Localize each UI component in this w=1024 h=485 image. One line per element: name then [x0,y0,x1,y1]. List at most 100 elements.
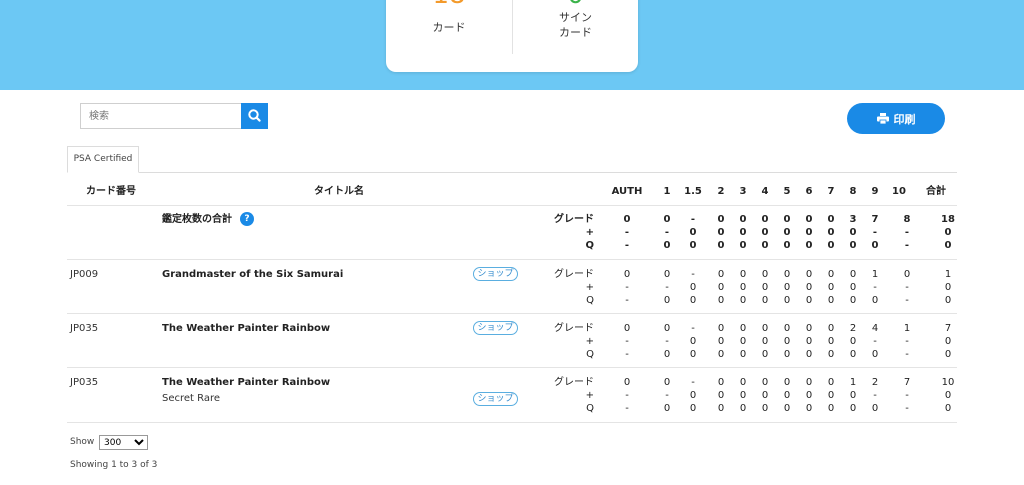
column-header-title[interactable]: タイトル名 [314,186,364,198]
card-grade-value: 0 [623,323,631,334]
totals-value: 0 [849,227,857,238]
card-title[interactable]: The Weather Painter Rainbow [162,376,330,389]
card-grade-value: 0 [761,403,769,414]
column-header-grade[interactable]: 5 [777,186,797,198]
card-grade-value: 0 [717,377,725,388]
card-grade-value: 2 [849,323,857,334]
card-grade-value: 0 [783,269,791,280]
search-button[interactable] [241,103,268,129]
column-header-grade[interactable]: 1 [657,186,677,198]
card-grade-value: 0 [871,349,879,360]
card-grade-value: - [625,295,629,306]
card-grade-value: - [625,282,629,293]
card-grade-value: 0 [717,336,725,347]
tab-psa-certified[interactable]: PSA Certified [67,146,139,173]
card-grade-value: 0 [944,295,952,306]
card-grade-value: 0 [783,390,791,401]
shop-button[interactable]: ショップ [473,392,518,406]
totals-value: - [624,227,630,238]
column-header-grade[interactable]: 9 [865,186,885,198]
stat-sign-label: サイン カード [513,10,638,40]
card-number: JP035 [70,323,99,334]
totals-value: 0 [944,240,952,251]
search-icon [248,109,261,122]
card-grade-value: 0 [717,295,725,306]
shop-button[interactable]: ショップ [473,267,518,281]
card-grade-value: 0 [761,377,769,388]
card-grade-value: 0 [689,403,697,414]
card-grade-row-label: グレード [554,269,594,280]
card-grade-value: 0 [739,390,747,401]
card-title[interactable]: The Weather Painter Rainbow [162,322,330,335]
card-grade-value: 0 [827,349,835,360]
card-grade-value: 0 [739,282,747,293]
column-header-grade[interactable]: 6 [799,186,819,198]
card-grade-value: 1 [849,377,857,388]
card-grade-value: 1 [944,269,952,280]
card-grade-value: 0 [783,403,791,414]
tab-divider [67,172,957,173]
totals-value: 0 [783,240,791,251]
totals-value: 0 [805,227,813,238]
card-grade-value: 0 [663,377,671,388]
card-subtitle: Secret Rare [162,393,221,404]
card-grade-value: 0 [783,295,791,306]
totals-value: - [904,240,910,251]
totals-row-label: Q [585,240,594,251]
shop-button[interactable]: ショップ [473,321,518,335]
card-grade-value: - [691,323,695,334]
card-grade-row-label: Q [586,295,594,306]
card-grade-value: - [873,282,877,293]
card-title[interactable]: Grandmaster of the Six Samurai [162,268,343,281]
column-header-grade[interactable]: 10 [889,186,909,198]
card-grade-value: 0 [827,269,835,280]
totals-value: 0 [689,240,697,251]
column-header-grade[interactable]: 2 [711,186,731,198]
card-grade-value: 0 [805,282,813,293]
row-divider [67,313,957,314]
column-header-grade[interactable]: 4 [755,186,775,198]
totals-value: 0 [761,227,769,238]
card-grade-value: - [665,336,669,347]
column-header-grade[interactable]: 合計 [924,186,948,198]
card-grade-row-label: Q [586,403,594,414]
stats-card: 18 カード 0 サイン カード [386,0,638,72]
card-number: JP035 [70,377,99,388]
card-grade-value: 0 [827,390,835,401]
column-header-grade[interactable]: AUTH [610,186,644,198]
card-grade-value: 0 [827,336,835,347]
card-grade-value: 1 [871,269,879,280]
column-header-grade[interactable]: 7 [821,186,841,198]
page-size-select[interactable]: 300 [99,435,148,450]
column-header-grade[interactable]: 1.5 [683,186,703,198]
header-divider [67,205,957,206]
column-header-grade[interactable]: 3 [733,186,753,198]
card-grade-value: 0 [944,403,952,414]
help-icon[interactable]: ? [240,212,254,226]
row-divider [67,367,957,368]
card-grade-row-label: + [585,336,594,347]
card-grade-value: 0 [717,349,725,360]
totals-value: - [904,227,910,238]
totals-value: 0 [783,227,791,238]
card-grade-value: 0 [805,403,813,414]
card-grade-value: 0 [944,390,952,401]
card-grade-value: 0 [689,390,697,401]
card-grade-value: - [691,269,695,280]
card-grade-value: 0 [827,403,835,414]
stat-sign-label-line2: カード [559,26,592,39]
totals-value: 0 [761,240,769,251]
search-input[interactable] [80,103,241,129]
card-grade-value: 0 [805,349,813,360]
column-header-grade[interactable]: 8 [843,186,863,198]
card-grade-value: 0 [663,403,671,414]
card-grade-value: 0 [663,349,671,360]
totals-value: 0 [717,240,725,251]
column-header-card-no[interactable]: カード番号 [86,186,136,198]
card-grade-value: 0 [689,336,697,347]
print-button[interactable]: 印刷 [847,103,945,134]
row-divider [67,422,957,423]
card-grade-value: 0 [944,336,952,347]
totals-value: 0 [849,240,857,251]
card-grade-value: 0 [805,336,813,347]
